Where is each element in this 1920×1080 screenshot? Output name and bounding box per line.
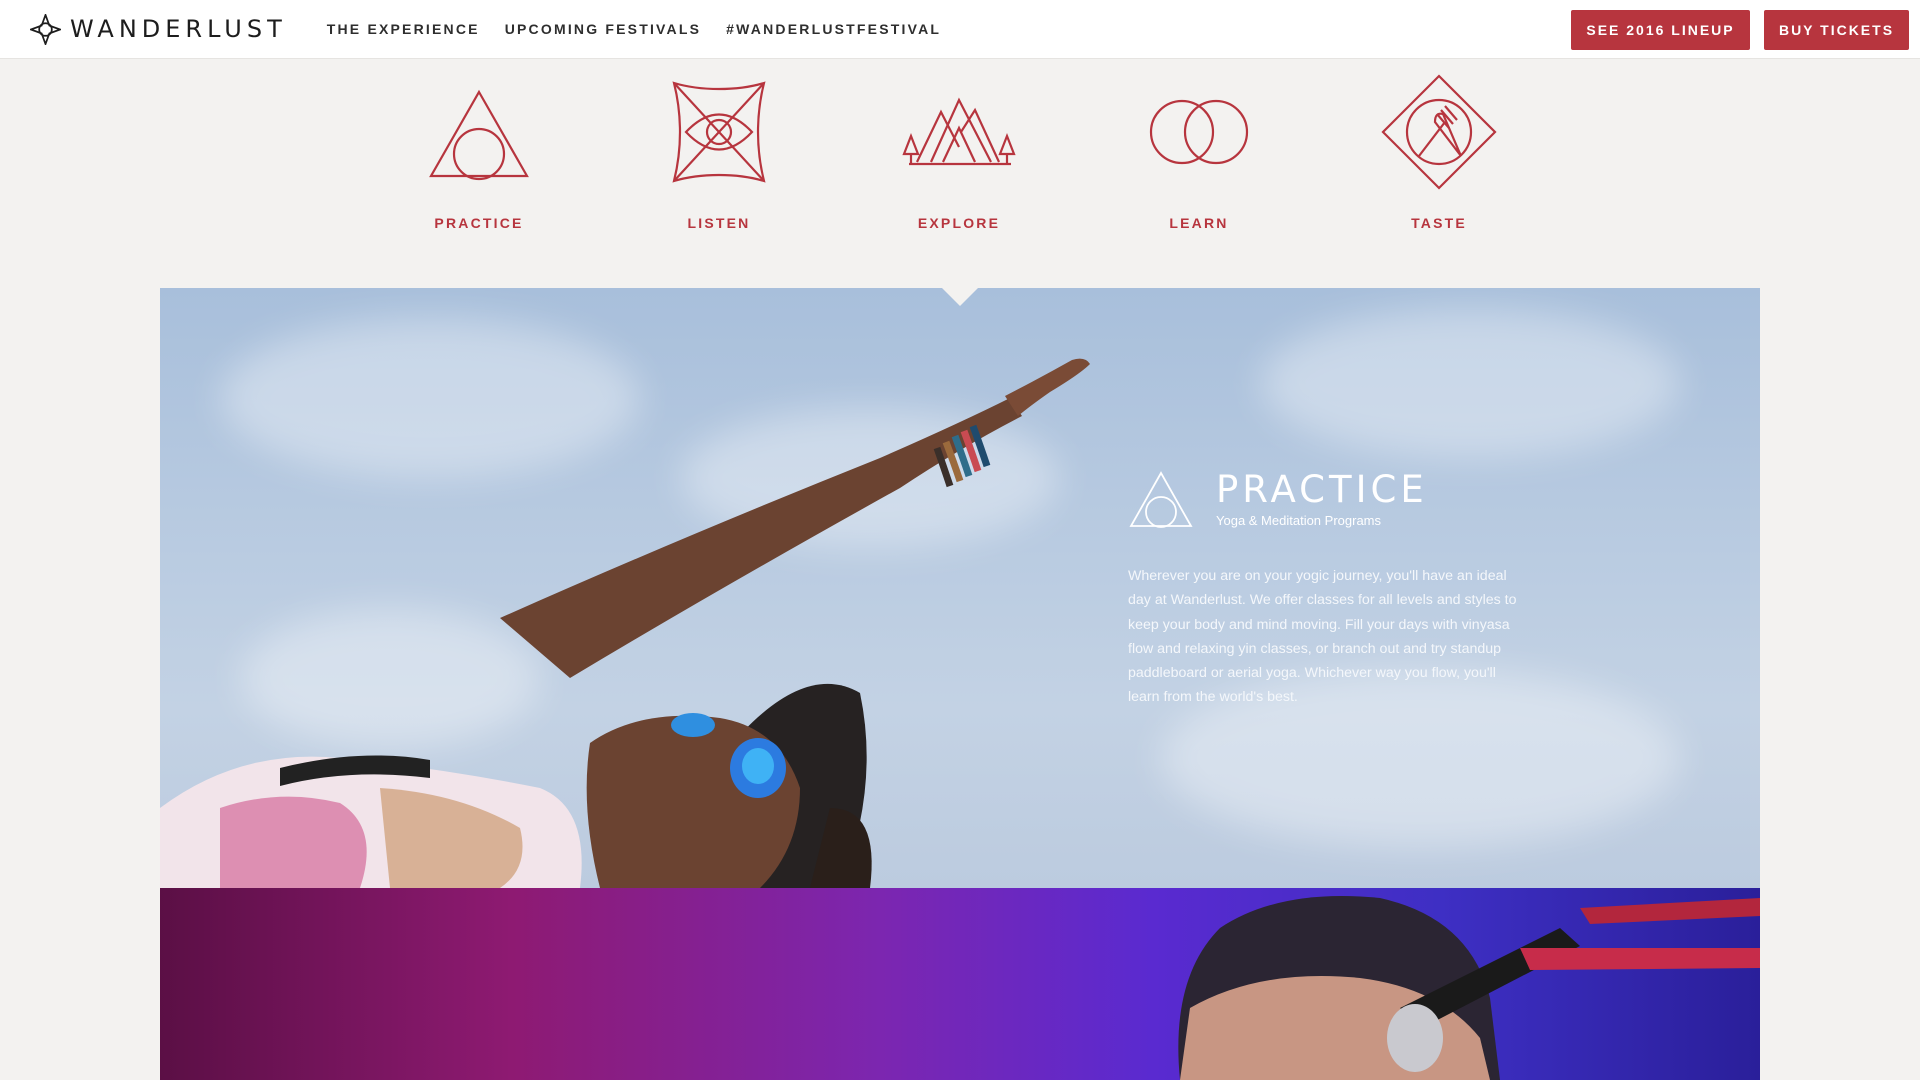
practice-title: PRACTICE xyxy=(1216,468,1428,511)
experience-label: TASTE xyxy=(1411,215,1467,231)
experience-label: LISTEN xyxy=(687,215,751,231)
main-nav: THE EXPERIENCE UPCOMING FESTIVALS #WANDE… xyxy=(327,21,966,37)
practice-subtitle: Yoga & Meditation Programs xyxy=(1216,513,1382,528)
practice-feature-panel: PRACTICE Yoga & Meditation Programs Wher… xyxy=(160,288,1760,888)
nav-wanderlust-festival[interactable]: #WANDERLUSTFESTIVAL xyxy=(726,21,941,37)
panel-pointer-arrow xyxy=(942,288,978,306)
experience-explore[interactable]: EXPLORE xyxy=(869,72,1049,231)
experience-icons: PRACTICE LISTEN EXPLORE LEARN TASTE xyxy=(0,72,1920,232)
logo[interactable]: WANDERLUST xyxy=(30,0,287,59)
compass-logo-icon xyxy=(30,13,61,45)
experience-listen[interactable]: LISTEN xyxy=(629,72,809,231)
experience-practice[interactable]: PRACTICE xyxy=(389,72,569,231)
experience-label: EXPLORE xyxy=(917,215,1001,231)
musician-photo xyxy=(1178,896,1760,1080)
eye-icon xyxy=(672,81,766,183)
fork-knife-diamond-icon xyxy=(1381,74,1497,190)
experience-taste[interactable]: TASTE xyxy=(1349,72,1529,231)
experience-learn[interactable]: LEARN xyxy=(1109,72,1289,231)
interlocking-circles-icon xyxy=(1149,99,1249,165)
practice-description: Wherever you are on your yogic journey, … xyxy=(1128,568,1517,706)
listen-feature-panel xyxy=(160,888,1760,1080)
buy-tickets-button[interactable]: BUY TICKETS xyxy=(1764,10,1909,50)
nav-upcoming-festivals[interactable]: UPCOMING FESTIVALS xyxy=(505,21,701,37)
triangle-circle-icon xyxy=(429,89,529,181)
practice-text-block: PRACTICE Yoga & Meditation Programs Wher… xyxy=(1128,468,1528,710)
experience-label: LEARN xyxy=(1169,215,1229,231)
nav-the-experience[interactable]: THE EXPERIENCE xyxy=(327,21,480,37)
practice-triangle-icon xyxy=(1129,471,1193,528)
experience-label: PRACTICE xyxy=(434,215,524,231)
mountains-icon xyxy=(902,97,1016,166)
see-lineup-button[interactable]: SEE 2016 LINEUP xyxy=(1571,10,1750,50)
logo-text: WANDERLUST xyxy=(70,15,287,43)
site-header: WANDERLUST THE EXPERIENCE UPCOMING FESTI… xyxy=(0,0,1920,59)
